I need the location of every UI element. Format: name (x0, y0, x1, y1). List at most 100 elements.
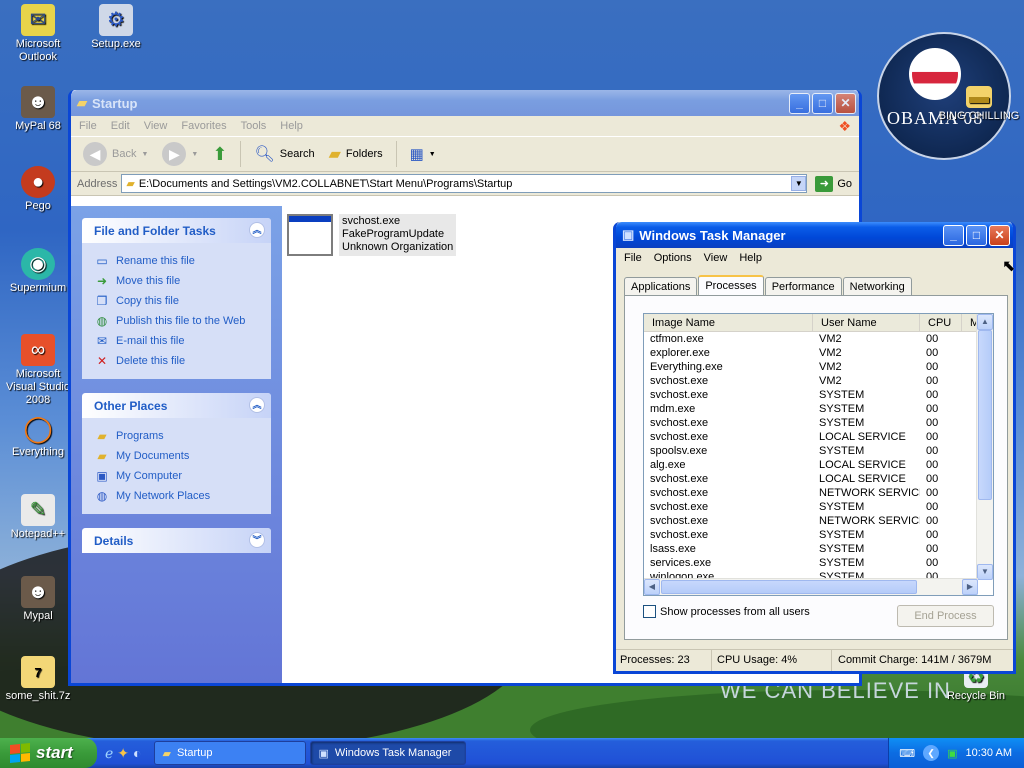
scroll-left-button[interactable]: ◀ (644, 579, 660, 595)
process-list[interactable]: Image Name User Name CPU Me ctfmon.exe VM… (643, 313, 994, 596)
menu-file[interactable]: File (624, 252, 642, 264)
move-file-link[interactable]: ➜ Move this file (94, 271, 261, 291)
process-row[interactable]: lsass.exe SYSTEM 00 (644, 542, 993, 556)
desktop-icon-outlook[interactable]: ✉ Microsoft Outlook (0, 4, 76, 64)
task-manager-tray-icon[interactable]: ▣ (947, 747, 957, 760)
copy-file-link[interactable]: ❐ Copy this file (94, 291, 261, 311)
column-user-name[interactable]: User Name (813, 314, 920, 331)
desktop-icon-7z[interactable]: 7 some_shit.7z (0, 656, 76, 703)
horizontal-scrollbar[interactable]: ◀ ▶ (644, 578, 978, 595)
process-row[interactable]: svchost.exe SYSTEM 00 (644, 388, 993, 402)
menu-tools[interactable]: Tools (241, 120, 267, 132)
messenger-icon[interactable]: ✦ (117, 745, 129, 762)
details-header[interactable]: Details ︾ (82, 528, 271, 553)
process-row[interactable]: explorer.exe VM2 00 (644, 346, 993, 360)
show-all-users-checkbox[interactable] (643, 605, 656, 618)
desktop-icon-pego[interactable]: ● Pego (0, 166, 76, 213)
my-documents-link[interactable]: ▰ My Documents (94, 446, 261, 466)
my-network-places-link[interactable]: ◍ My Network Places (94, 486, 261, 506)
forward-button[interactable]: ▶ ▼ (158, 139, 202, 169)
search-button[interactable]: 🔍︎ Search (250, 141, 318, 167)
process-row[interactable]: svchost.exe SYSTEM 00 (644, 500, 993, 514)
show-all-users-option[interactable]: Show processes from all users (643, 605, 810, 618)
vertical-scrollbar[interactable]: ▲ ▼ (976, 314, 993, 580)
scroll-up-button[interactable]: ▲ (977, 314, 993, 330)
desktop-icon-everything[interactable]: ◯ Everything (0, 412, 76, 459)
email-file-link[interactable]: ✉ E-mail this file (94, 331, 261, 351)
close-button[interactable]: ✕ (835, 93, 856, 114)
process-row[interactable]: svchost.exe VM2 00 (644, 374, 993, 388)
menu-file[interactable]: File (79, 120, 97, 132)
start-button[interactable]: start (0, 738, 97, 768)
desktop-icon-notepadpp[interactable]: ✎ Notepad++ (0, 494, 76, 541)
process-row[interactable]: mdm.exe SYSTEM 00 (644, 402, 993, 416)
back-button[interactable]: ◀ Back ▼ (79, 139, 152, 169)
internet-explorer-icon[interactable]: ℯ (105, 745, 113, 762)
column-cpu[interactable]: CPU (920, 314, 962, 331)
file-item-svchost[interactable]: svchost.exe FakeProgramUpdate Unknown Or… (287, 214, 457, 256)
tray-expand-icon[interactable]: ❮ (923, 745, 940, 761)
menu-view[interactable]: View (144, 120, 168, 132)
file-folder-tasks-header[interactable]: File and Folder Tasks ︽ (82, 218, 271, 243)
collapse-icon[interactable]: ︽ (249, 222, 265, 238)
expand-icon[interactable]: ︾ (249, 532, 265, 548)
desktop-icon-mypal[interactable]: ☻ Mypal (0, 576, 76, 623)
taskbar-item-startup[interactable]: ▰ Startup (153, 741, 306, 765)
address-dropdown-button[interactable]: ▼ (791, 176, 807, 191)
process-row[interactable]: ctfmon.exe VM2 00 (644, 332, 993, 346)
go-button[interactable]: ➜ Go (815, 175, 852, 192)
other-places-header[interactable]: Other Places ︽ (82, 393, 271, 418)
menu-help[interactable]: Help (739, 252, 762, 264)
desktop-icon-visual-studio[interactable]: ∞ Microsoft Visual Studio 2008 (0, 334, 76, 407)
menu-edit[interactable]: Edit (111, 120, 130, 132)
menu-options[interactable]: Options (654, 252, 692, 264)
tab-performance[interactable]: Performance (764, 277, 842, 295)
process-row[interactable]: svchost.exe LOCAL SERVICE 00 (644, 430, 993, 444)
close-button[interactable]: ✕ (989, 225, 1010, 246)
keyboard-icon[interactable]: ⌨ (899, 747, 915, 760)
process-row[interactable]: svchost.exe SYSTEM 00 (644, 416, 993, 430)
up-folder-button[interactable]: ⬆ (208, 141, 231, 168)
process-row[interactable]: spoolsv.exe SYSTEM 00 (644, 444, 993, 458)
tab-applications[interactable]: Applications (624, 277, 698, 295)
maximize-button[interactable]: □ (966, 225, 987, 246)
desktop-icon-bing-chilling[interactable]: ▬ BING CHILLING (934, 86, 1024, 123)
process-row[interactable]: svchost.exe NETWORK SERVICE 00 (644, 514, 993, 528)
scroll-right-button[interactable]: ▶ (962, 579, 978, 595)
desktop-icon-setup[interactable]: ⚙ Setup.exe (78, 4, 154, 51)
minimize-button[interactable]: _ (943, 225, 964, 246)
publish-file-link[interactable]: ◍ Publish this file to the Web (94, 311, 261, 331)
end-process-button[interactable]: End Process (897, 605, 994, 627)
address-input[interactable]: ▰ E:\Documents and Settings\VM2.COLLABNE… (121, 174, 808, 193)
clock[interactable]: 10:30 AM (966, 747, 1012, 759)
minimize-button[interactable]: _ (789, 93, 810, 114)
explorer-titlebar[interactable]: ▰ Startup _ □ ✕ (71, 90, 859, 116)
process-row[interactable]: svchost.exe NETWORK SERVICE 00 (644, 486, 993, 500)
show-desktop-icon[interactable]: ◐ (133, 745, 141, 762)
collapse-icon[interactable]: ︽ (249, 397, 265, 413)
folders-button[interactable]: ▰ Folders (325, 141, 387, 167)
my-computer-link[interactable]: ▣ My Computer (94, 466, 261, 486)
maximize-button[interactable]: □ (812, 93, 833, 114)
scroll-down-button[interactable]: ▼ (977, 564, 993, 580)
views-button[interactable]: ▦ ▼ (406, 142, 440, 166)
programs-link[interactable]: ▰ Programs (94, 426, 261, 446)
menu-view[interactable]: View (704, 252, 728, 264)
horizontal-scroll-thumb[interactable] (661, 580, 917, 594)
desktop-icon-mypal68[interactable]: ☻ MyPal 68 (0, 86, 76, 133)
tab-networking[interactable]: Networking (842, 277, 912, 295)
column-image-name[interactable]: Image Name (644, 314, 813, 331)
tab-processes[interactable]: Processes (698, 275, 764, 295)
process-row[interactable]: alg.exe LOCAL SERVICE 00 (644, 458, 993, 472)
menu-favorites[interactable]: Favorites (181, 120, 226, 132)
process-row[interactable]: services.exe SYSTEM 00 (644, 556, 993, 570)
process-row[interactable]: Everything.exe VM2 00 (644, 360, 993, 374)
menu-help[interactable]: Help (280, 120, 303, 132)
desktop-icon-supermium[interactable]: ◉ Supermium (0, 248, 76, 295)
delete-file-link[interactable]: ✕ Delete this file (94, 351, 261, 371)
process-row[interactable]: svchost.exe LOCAL SERVICE 00 (644, 472, 993, 486)
task-manager-titlebar[interactable]: ▣ Windows Task Manager _ □ ✕ (616, 222, 1013, 248)
taskbar-item-task-manager[interactable]: ▣ Windows Task Manager (309, 741, 466, 765)
process-row[interactable]: svchost.exe SYSTEM 00 (644, 528, 993, 542)
vertical-scroll-thumb[interactable] (978, 330, 992, 500)
